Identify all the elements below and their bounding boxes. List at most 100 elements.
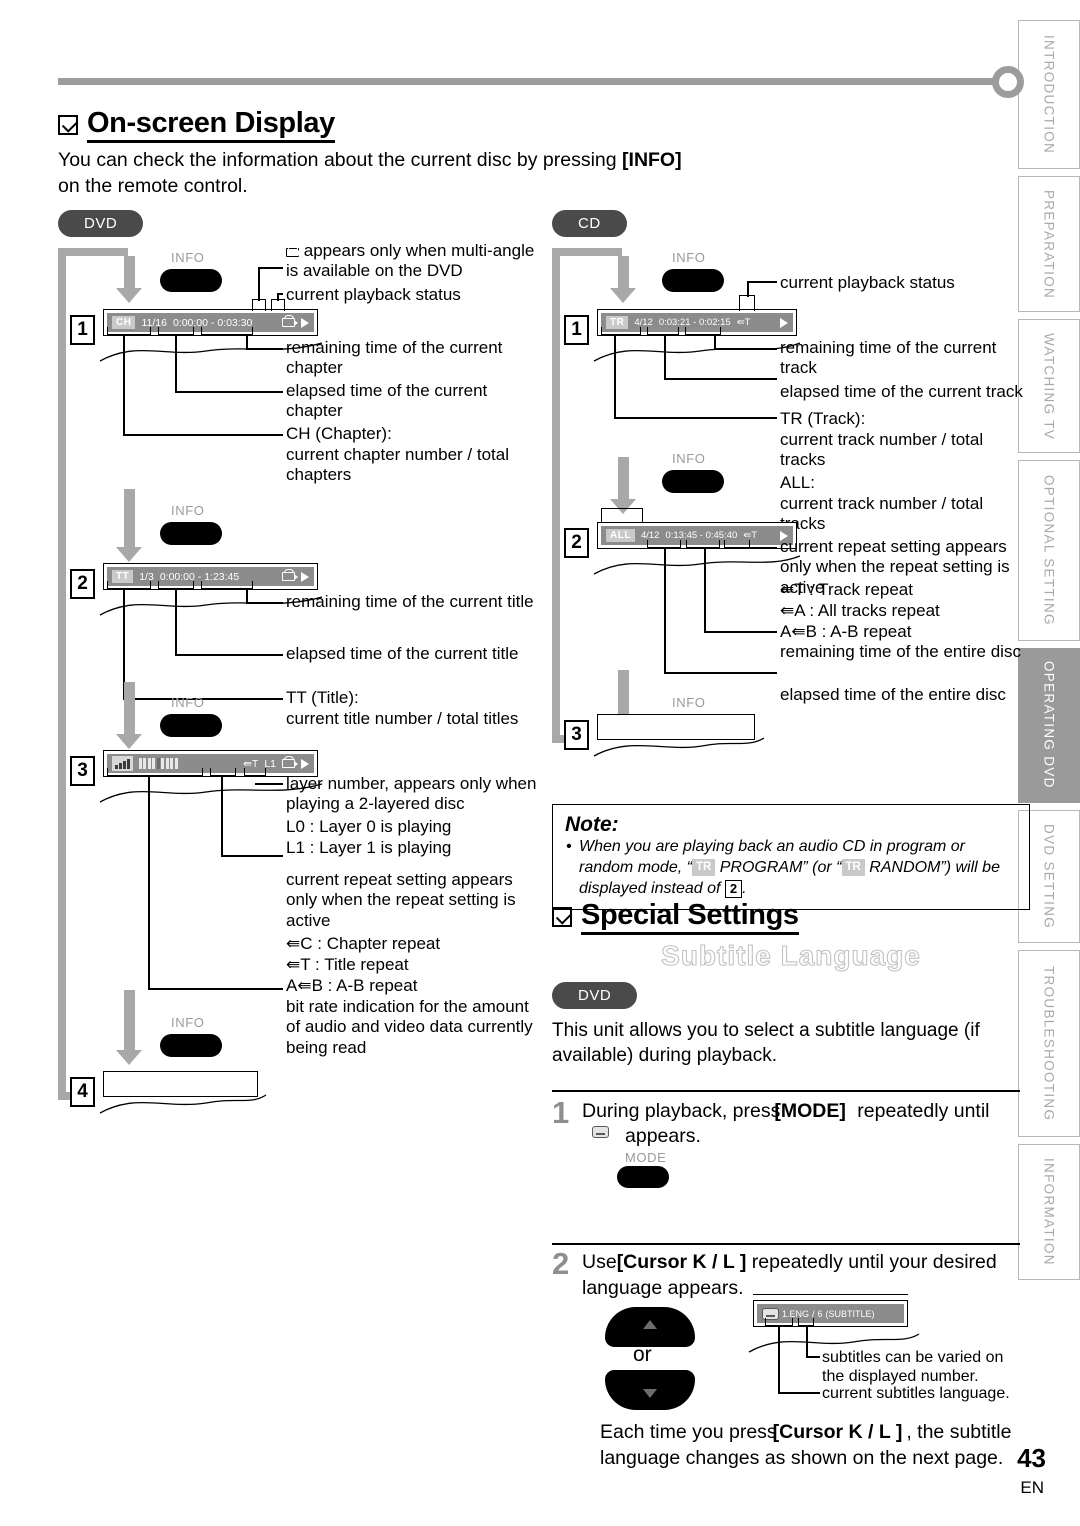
cd-callout-repeat-track: ⇚T : Track repeat (780, 580, 913, 599)
flow-arrow-1 (116, 256, 142, 303)
callout-ch-title: CH (Chapter): (286, 424, 392, 443)
flow-arrow-4 (116, 990, 142, 1065)
cd-leader-rem-disc-v (704, 548, 706, 632)
cd-callout-repeat-ab: A⇚B : A-B repeat (780, 622, 912, 641)
callout-elapsed-chapter: elapsed time of the current chapter (286, 381, 488, 421)
leader-ela-tt-v (175, 589, 177, 655)
cd-leader-ela-disc-h (664, 672, 777, 674)
play-status-icon (301, 758, 309, 769)
sidebar-tab-introduction[interactable]: INTRODUCTION (1018, 20, 1080, 170)
intro-text-a: You can check the information about the … (58, 149, 617, 171)
cd-info-button-1[interactable] (662, 269, 724, 292)
intro-text-b: on the remote control. (58, 174, 248, 197)
callout-bitrate: bit rate indication for the amount of au… (286, 997, 533, 1057)
special-settings-title: Special Settings (552, 899, 799, 936)
cd-torn-edge-2 (593, 555, 801, 575)
cd-tick-status (739, 295, 755, 311)
note-tag-tr-2: TR (841, 859, 865, 877)
flow-loop-top (58, 248, 128, 256)
cd-tick-elapsed (647, 327, 679, 335)
info-button-2[interactable] (160, 522, 222, 545)
tab-label: INFORMATION (1041, 1158, 1057, 1267)
cd-info-label-2: INFO (672, 451, 706, 466)
note-box: Note: When you are playing back an audio… (552, 804, 1030, 911)
osd-subtitle-mode: (SUBTITLE) (825, 1308, 875, 1319)
callout-layer-l0: L0 : Layer 0 is playing (286, 817, 452, 836)
leader-varied-v (806, 1326, 808, 1358)
cd-tick-elapsed-disc (647, 540, 681, 548)
cd-torn-edge-1 (593, 342, 801, 362)
osd-tag-all: ALL (606, 529, 635, 542)
info-label-2: INFO (171, 503, 205, 518)
osd-subtitle-count: 6 (817, 1308, 823, 1319)
callout-remaining-title: remaining time of the current title (286, 592, 534, 611)
tick-bitrate (107, 768, 203, 776)
callout-elapsed-title: elapsed time of the current title (286, 644, 519, 663)
leader-ela-tt-h (175, 654, 283, 656)
cursor-down-button[interactable] (605, 1370, 695, 1410)
cd-callout-repeat-all: ⇚A : All tracks repeat (780, 601, 940, 620)
page-language-code: EN (1020, 1478, 1044, 1497)
cd-info-button-2[interactable] (662, 470, 724, 493)
info-label-3: INFO (171, 695, 205, 710)
callout-repeat-chapter: ⇚C : Chapter repeat (286, 934, 441, 953)
leader-angle-v (258, 267, 260, 301)
tick-subtitle-count (798, 1318, 814, 1326)
callout-tt-desc: current title number / total titles (286, 709, 519, 728)
step1-number: 1 (552, 1095, 570, 1130)
callout-subtitle-current: current subtitles language. (822, 1385, 1010, 1402)
torn-edge-4 (99, 1094, 267, 1114)
flow-arrow-2 (116, 489, 142, 562)
cd-step-number-2: 2 (564, 528, 589, 558)
footer-text-a: Each time you press (600, 1421, 777, 1443)
leader-bitrate-v (148, 776, 150, 989)
footer-key-cursor: [Cursor K / L ] (772, 1421, 903, 1443)
mode-button-label: MODE (625, 1150, 667, 1165)
info-button-3[interactable] (160, 714, 222, 737)
callout-tt-title: TT (Title): (286, 688, 359, 707)
cd-leader-rem-v (714, 335, 716, 349)
step-number-2: 2 (70, 569, 95, 599)
step1-key-mode: [MODE] (774, 1100, 846, 1122)
special-dvd-pill: DVD (552, 982, 638, 1009)
leader-rem-tt-v (246, 589, 248, 603)
info-button-1[interactable] (160, 269, 222, 292)
info-button-4[interactable] (160, 1034, 222, 1057)
header-rule (58, 78, 1008, 85)
multi-angle-icon (282, 315, 298, 327)
page-number: 43 (1017, 1443, 1046, 1473)
tick-elapsed-tt (158, 581, 194, 589)
sidebar-tab-information[interactable]: INFORMATION (1018, 1144, 1080, 1280)
cd-callout-remaining-disc: remaining time of the entire disc (780, 642, 1021, 661)
tab-label: PREPARATION (1041, 189, 1057, 299)
leader-current-v (778, 1326, 780, 1394)
multi-angle-glyph (286, 245, 302, 257)
info-label-4: INFO (171, 1015, 205, 1030)
step-number-4: 4 (70, 1077, 95, 1107)
note-text-b: PROGRAM” (or “ (715, 858, 842, 876)
tick-tt (107, 581, 151, 589)
cd-step-number-1: 1 (564, 315, 589, 345)
callout-ch-desc: current chapter number / total chapters (286, 445, 510, 485)
checkbox-bullet-icon (58, 115, 78, 135)
multi-angle-icon (282, 569, 298, 581)
cd-leader-ela-h (664, 378, 777, 380)
callout-layer-desc: layer number, appears only when playing … (286, 774, 537, 814)
dvd-disc-pill: DVD (58, 210, 144, 237)
play-status-icon (301, 317, 309, 328)
note-body: When you are playing back an audio CD in… (565, 837, 1017, 899)
page-title: On-screen Display (58, 107, 658, 144)
mode-button[interactable] (617, 1166, 669, 1188)
cd-leader-repeat-h (742, 547, 777, 549)
chevron-up-icon (643, 1319, 657, 1329)
leader-varied-h (806, 1356, 820, 1358)
tick-subtitle-lang (765, 1318, 793, 1326)
cd-tick-remaining (685, 327, 721, 335)
note-tag-tr-1: TR (691, 859, 716, 877)
cd-callout-elapsed-track: elapsed time of the current track (780, 382, 1023, 401)
cd-callout-all-title: ALL: (780, 473, 815, 492)
subtitle-language-subheading: Subtitle Language (661, 939, 921, 971)
cd-leader-rem-h (714, 348, 777, 350)
tick-remaining-ch (201, 327, 253, 335)
tick-elapsed-ch (158, 327, 194, 335)
